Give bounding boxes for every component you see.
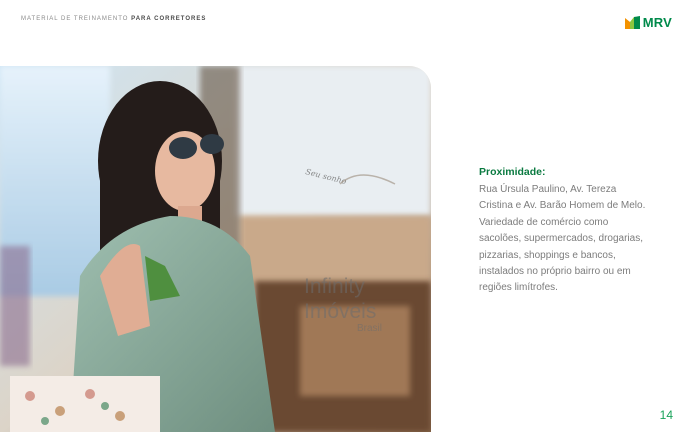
section-title: Proximidade: bbox=[479, 166, 546, 178]
content-block: Proximidade: Rua Úrsula Paulino, Av. Ter… bbox=[479, 166, 649, 297]
woman-shopping-photo: Seu sonho Infinity Imóveis Brasil bbox=[0, 66, 431, 432]
header-prefix: MATERIAL DE TREINAMENTO bbox=[21, 16, 129, 22]
watermark-line2: Imóveis bbox=[304, 300, 376, 323]
watermark-line3: Brasil bbox=[357, 323, 382, 334]
watermark-line1: Infinity bbox=[304, 275, 365, 298]
logo-text: MRV bbox=[642, 14, 672, 30]
page-number: 14 bbox=[659, 408, 673, 422]
header-bold: PARA CORRETORES bbox=[131, 16, 207, 22]
mrv-logo: MRV bbox=[624, 14, 672, 30]
section-body: Rua Úrsula Paulino, Av. Tereza Cristina … bbox=[479, 184, 646, 294]
mrv-logo-icon bbox=[624, 15, 640, 29]
header-label: MATERIAL DE TREINAMENTO PARA CORRETORES bbox=[21, 16, 206, 22]
